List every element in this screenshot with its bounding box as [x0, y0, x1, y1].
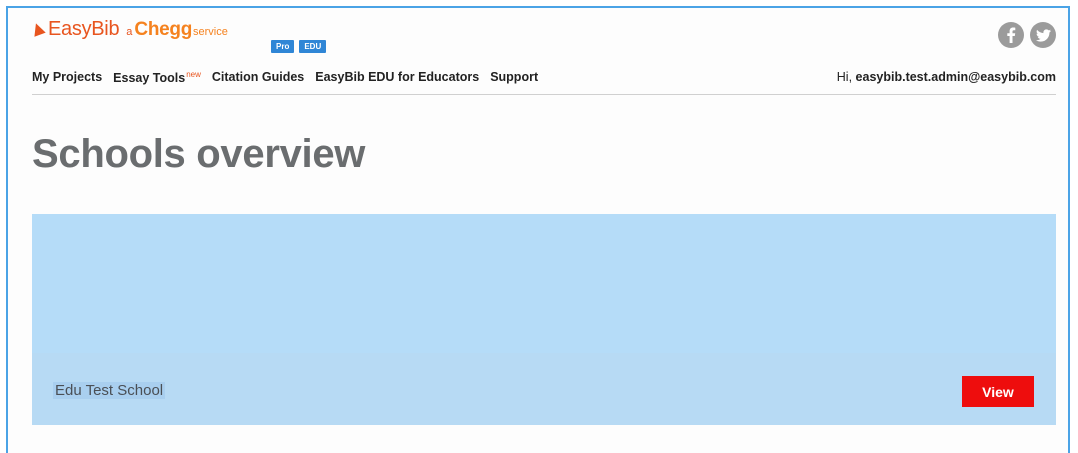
easybib-logo[interactable]: EasyBib a Chegg service — [30, 18, 228, 41]
new-badge: new — [186, 70, 201, 79]
logo-chegg-text: Chegg — [134, 19, 193, 40]
nav-easybib-edu[interactable]: EasyBib EDU for Educators — [315, 70, 479, 85]
facebook-glyph — [1007, 27, 1016, 43]
page-title: Schools overview — [32, 132, 366, 176]
logo-a-text: a — [126, 26, 133, 38]
nav-divider — [32, 94, 1056, 95]
edu-badge: EDU — [299, 40, 327, 53]
facebook-icon[interactable] — [998, 22, 1024, 48]
school-name[interactable]: Edu Test School — [53, 382, 166, 399]
nav-essay-tools-label: Essay Tools — [113, 71, 186, 86]
user-email[interactable]: easybib.test.admin@easybib.com — [856, 70, 1056, 84]
user-greeting: Hi, easybib.test.admin@easybib.com — [837, 70, 1056, 84]
logo-easybib-text: EasyBib — [48, 18, 120, 40]
site-header: EasyBib a Chegg service Pro EDU — [30, 14, 1056, 54]
nav-links: My Projects Essay Toolsnew Citation Guid… — [32, 70, 538, 85]
easybib-logo-icon — [30, 21, 46, 37]
main-nav: My Projects Essay Toolsnew Citation Guid… — [32, 70, 1056, 92]
nav-essay-tools[interactable]: Essay Toolsnew — [113, 70, 201, 85]
logo-service-text: service — [193, 26, 228, 38]
view-school-button[interactable]: View — [962, 376, 1034, 407]
greeting-prefix: Hi, — [836, 70, 853, 84]
nav-my-projects[interactable]: My Projects — [32, 70, 102, 85]
school-card: Edu Test School View — [32, 214, 1056, 425]
school-card-footer — [32, 353, 1056, 425]
twitter-icon[interactable] — [1030, 22, 1056, 48]
plan-badges: Pro EDU — [271, 40, 327, 53]
social-links — [998, 22, 1056, 48]
pro-badge: Pro — [271, 40, 295, 53]
nav-support[interactable]: Support — [490, 70, 538, 85]
nav-citation-guides[interactable]: Citation Guides — [212, 70, 304, 85]
twitter-glyph — [1035, 28, 1051, 42]
